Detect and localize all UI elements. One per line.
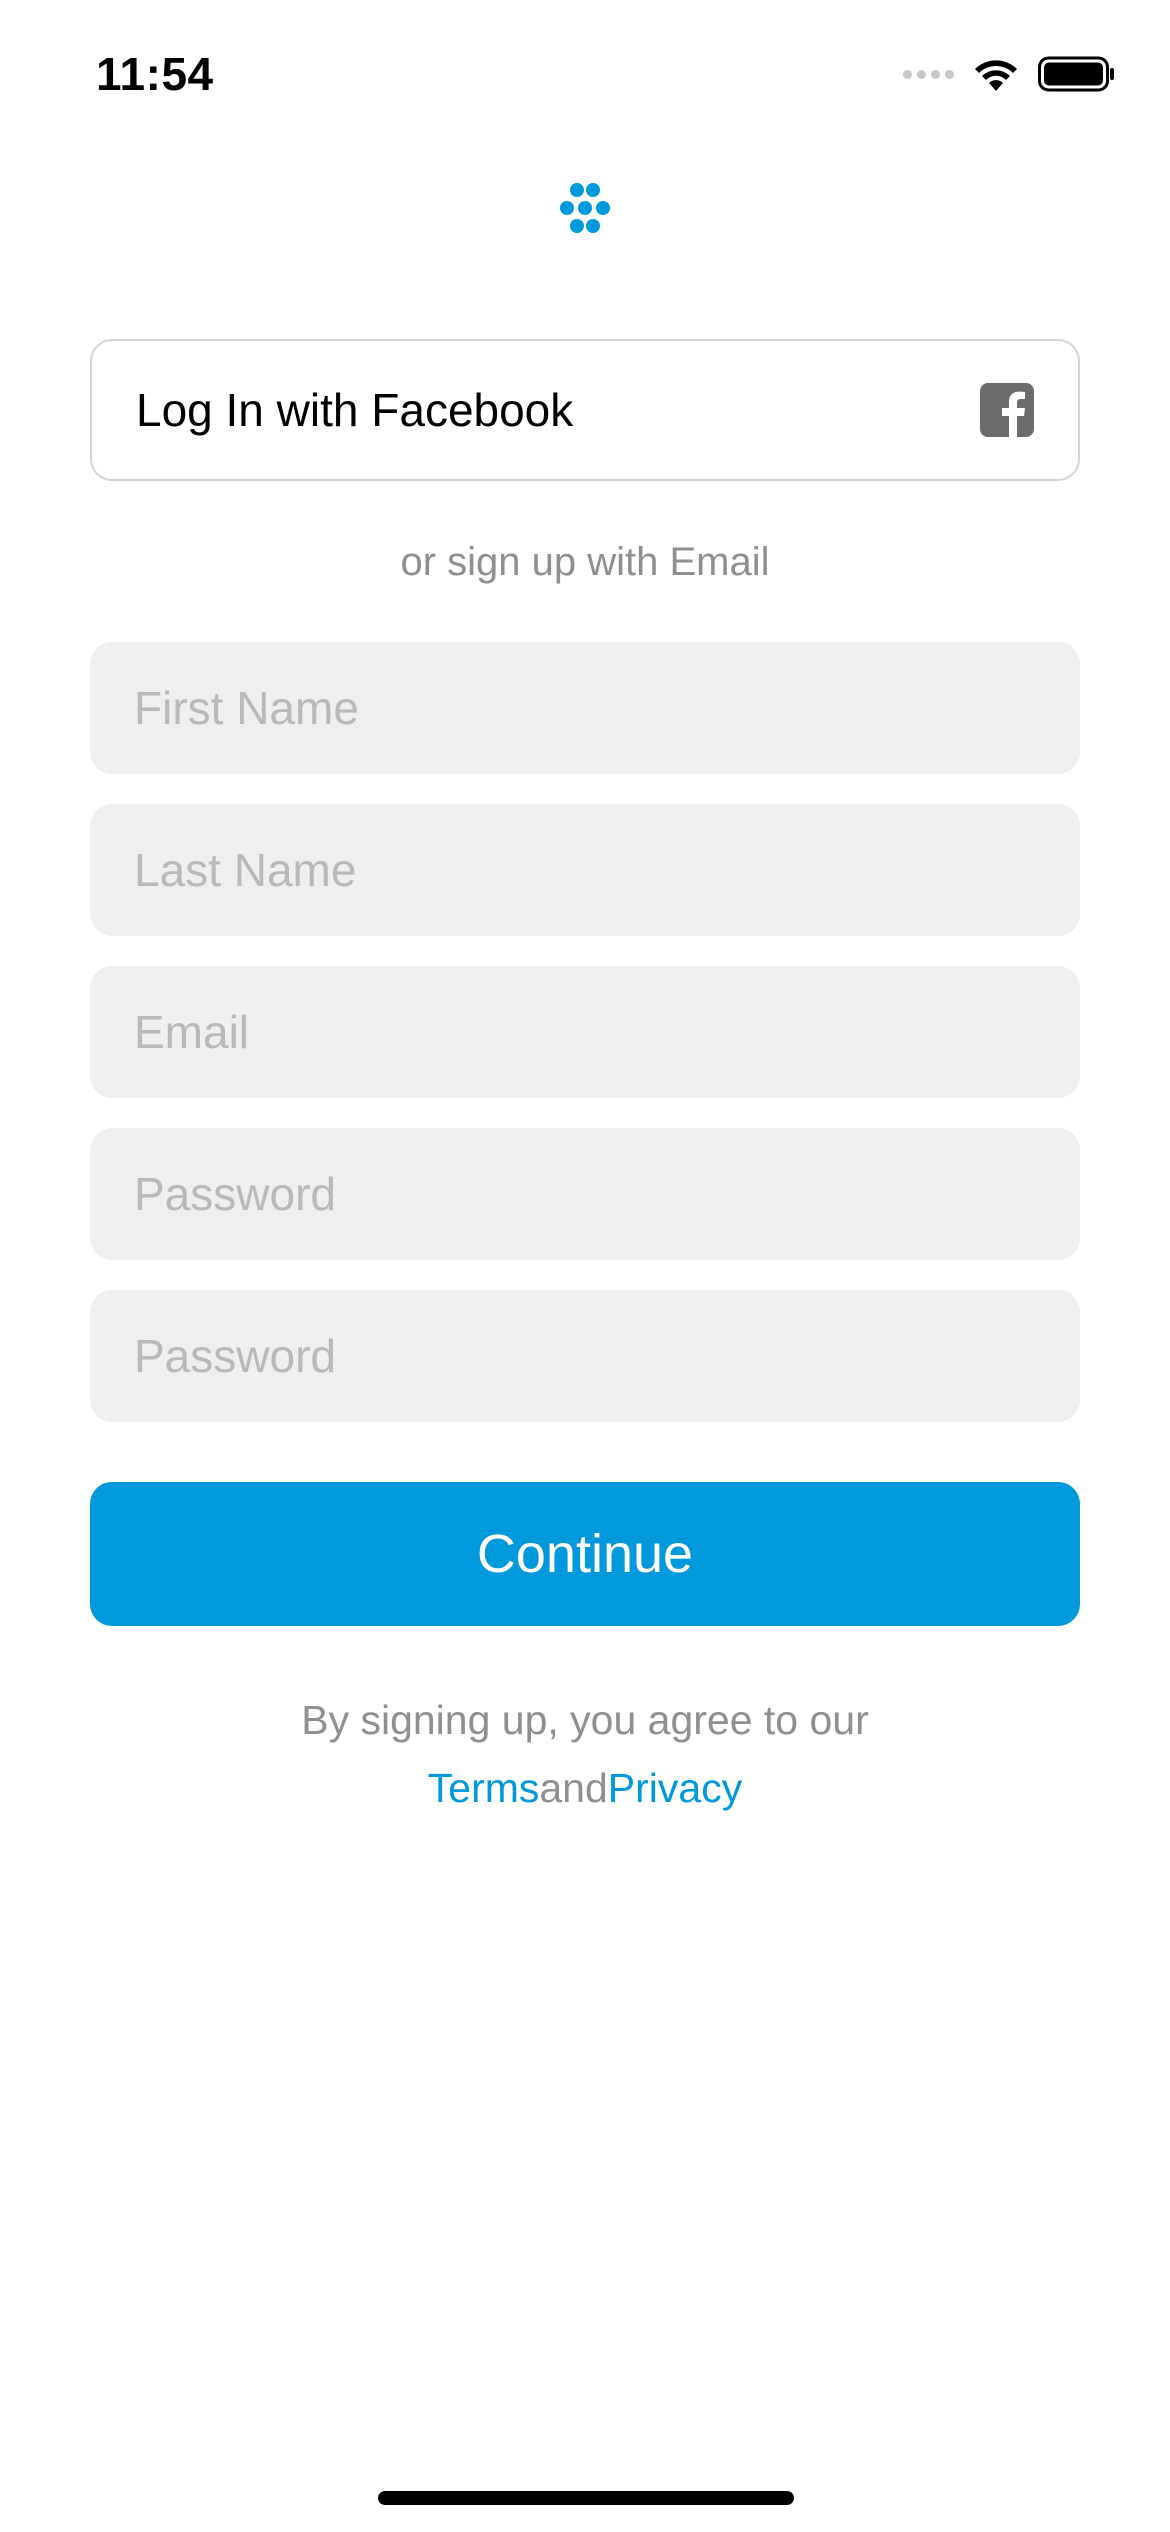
- legal-agreement-text: By signing up, you agree to our: [301, 1697, 869, 1743]
- continue-button[interactable]: Continue: [90, 1482, 1080, 1626]
- app-logo-icon: [555, 178, 615, 238]
- terms-link[interactable]: Terms: [428, 1765, 540, 1811]
- wifi-icon: [972, 55, 1020, 93]
- signup-divider-text: or sign up with Email: [400, 540, 770, 584]
- legal-text: By signing up, you agree to our Termsand…: [0, 1686, 1170, 1822]
- confirm-password-input[interactable]: [90, 1290, 1080, 1422]
- facebook-icon: [980, 383, 1034, 437]
- email-input[interactable]: [90, 966, 1080, 1098]
- password-input[interactable]: [90, 1128, 1080, 1260]
- privacy-link[interactable]: Privacy: [608, 1765, 742, 1811]
- cellular-signal-icon: [903, 69, 954, 79]
- status-icons: [903, 52, 1116, 96]
- battery-icon: [1038, 54, 1116, 94]
- status-time: 11:54: [96, 48, 214, 100]
- first-name-input[interactable]: [90, 642, 1080, 774]
- last-name-input[interactable]: [90, 804, 1080, 936]
- home-indicator[interactable]: [378, 2491, 794, 2505]
- legal-and-text: and: [539, 1765, 608, 1811]
- legal-links-line: TermsandPrivacy: [0, 1754, 1170, 1822]
- facebook-login-button[interactable]: Log In with Facebook: [90, 339, 1080, 481]
- facebook-login-label: Log In with Facebook: [136, 384, 574, 436]
